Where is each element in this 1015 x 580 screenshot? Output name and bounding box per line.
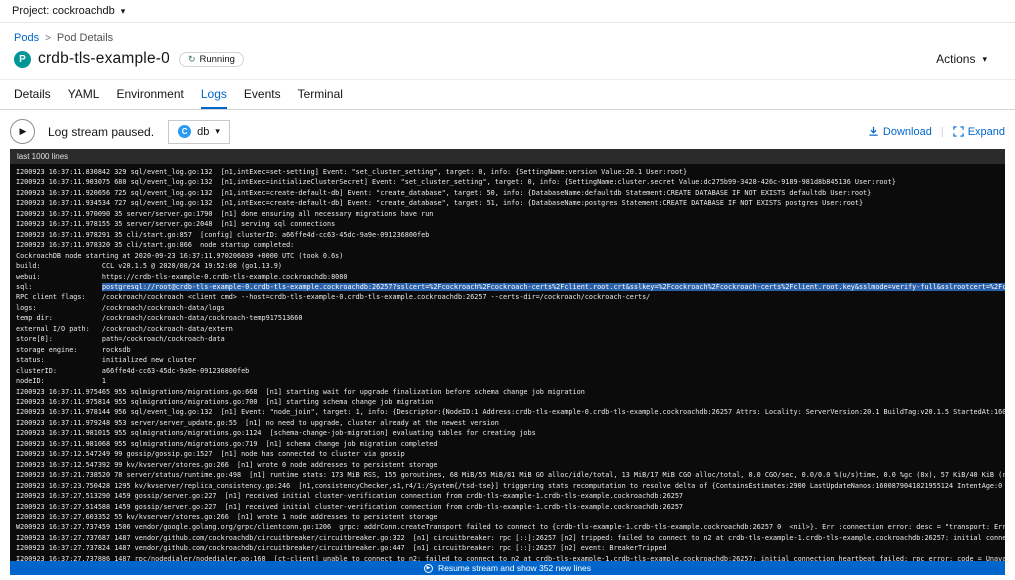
log-line: webui: https://crdb-tls-example-0.crdb-t… [16,272,1005,282]
page-header: P crdb-tls-example-0 ↻ Running Actions ▾ [14,50,1001,68]
log-viewer: last 1000 lines I200923 16:37:11.830842 … [10,149,1005,575]
log-line: I200923 16:37:11.975465 955 sqlmigration… [16,387,1005,397]
stream-status-text: Log stream paused. [48,125,154,139]
download-button[interactable]: Download [868,126,932,138]
toolbar-separator: | [941,126,944,138]
container-select[interactable]: C db ▾ [168,120,230,144]
log-line: I200923 16:37:11.981015 955 sqlmigration… [16,428,1005,438]
expand-label: Expand [968,126,1005,138]
tab-yaml[interactable]: YAML [68,80,100,109]
actions-dropdown[interactable]: Actions ▾ [936,52,1001,66]
log-line-count: last 1000 lines [17,152,68,161]
log-line: status: initialized new cluster [16,355,1005,365]
tab-logs[interactable]: Logs [201,80,227,109]
play-button[interactable]: ▶ [10,119,35,144]
log-line: I200923 16:37:27.513290 1459 gossip/serv… [16,491,1005,501]
project-selector[interactable]: Project: cockroachdb ▾ [12,5,125,17]
expand-button[interactable]: Expand [953,126,1005,138]
log-line: logs: /cockroach/cockroach-data/logs [16,303,1005,313]
page-title: crdb-tls-example-0 [38,50,170,68]
sync-icon: ↻ [188,55,196,64]
caret-down-icon: ▾ [121,7,126,16]
log-line: clusterID: a66ffe4d-cc63-45dc-9a9e-09123… [16,366,1005,376]
download-icon [868,126,879,137]
log-line: I200923 16:37:11.979248 953 server/serve… [16,418,1005,428]
status-label: Running [200,54,235,65]
log-line: I200923 16:37:11.970090 35 server/server… [16,209,1005,219]
log-line: I200923 16:37:11.920656 725 sql/event_lo… [16,188,1005,198]
log-line: storage engine: rocksdb [16,345,1005,355]
breadcrumb-current: Pod Details [57,32,113,44]
log-line: CockroachDB node starting at 2020-09-23 … [16,251,1005,261]
tab-bar: Details YAML Environment Logs Events Terminal [0,80,1015,110]
log-line: nodeID: 1 [16,376,1005,386]
actions-label: Actions [936,52,975,66]
log-line: I200923 16:37:11.978144 956 sql/event_lo… [16,407,1005,417]
log-line: I200923 16:37:11.903075 680 sql/event_lo… [16,177,1005,187]
log-line: external I/O path: /cockroach/cockroach-… [16,324,1005,334]
log-line: I200923 16:37:27.603352 55 kv/kvserver/s… [16,512,1005,522]
caret-down-icon: ▾ [215,127,220,136]
log-line: I200923 16:37:11.981068 955 sqlmigration… [16,439,1005,449]
pod-badge-icon: P [14,51,31,68]
log-line: build: CCL v20.1.5 @ 2020/08/24 19:52:08… [16,261,1005,271]
breadcrumb-separator: > [45,33,51,44]
download-label: Download [883,126,932,138]
play-icon: ▶ [20,126,27,137]
log-line: RPC client flags: /cockroach/cockroach <… [16,292,1005,302]
log-line: I200923 16:37:12.547392 99 kv/kvserver/s… [16,460,1005,470]
log-line: I200923 16:37:11.975814 955 sqlmigration… [16,397,1005,407]
tab-events[interactable]: Events [244,80,281,109]
resume-label: Resume stream and show 352 new lines [438,563,591,573]
log-line: I200923 16:37:11.978320 35 cli/start.go:… [16,240,1005,250]
log-body[interactable]: I200923 16:37:11.830842 329 sql/event_lo… [10,164,1005,564]
log-line: store[0]: path=/cockroach/cockroach-data [16,334,1005,344]
status-badge: ↻ Running [179,52,244,67]
caret-down-icon: ▾ [982,55,987,64]
tab-details[interactable]: Details [14,80,51,109]
container-name: db [197,126,209,138]
container-badge-icon: C [178,125,191,138]
log-line: W200923 16:37:27.737459 1506 vendor/goog… [16,522,1005,532]
log-line: sql: postgresql://root@crdb-tls-example-… [16,282,1005,292]
expand-icon [953,126,964,137]
log-header: last 1000 lines [10,149,1005,164]
log-line: I200923 16:37:27.737824 1487 vendor/gith… [16,543,1005,553]
project-selector-label: Project: cockroachdb [12,5,115,17]
tab-environment[interactable]: Environment [116,80,183,109]
log-line: I200923 16:37:27.737687 1487 vendor/gith… [16,533,1005,543]
breadcrumb: Pods > Pod Details [14,32,1001,44]
resume-icon: ▶ [424,564,433,573]
tab-terminal[interactable]: Terminal [298,80,343,109]
log-line: I200923 16:37:21.738520 78 server/status… [16,470,1005,480]
selected-log-text: postgresql://root@crdb-tls-example-0.crd… [102,283,1005,291]
log-line: I200923 16:37:11.978155 35 server/server… [16,219,1005,229]
log-line: I200923 16:37:23.750428 1295 kv/kvserver… [16,481,1005,491]
log-line: I200923 16:37:27.514588 1459 gossip/serv… [16,502,1005,512]
log-toolbar: ▶ Log stream paused. C db ▾ Download | E… [10,119,1005,144]
project-bar: Project: cockroachdb ▾ [0,0,1015,23]
breadcrumb-link-pods[interactable]: Pods [14,32,39,44]
log-line: I200923 16:37:11.830842 329 sql/event_lo… [16,167,1005,177]
log-line: I200923 16:37:12.547249 99 gossip/gossip… [16,449,1005,459]
log-line: I200923 16:37:11.978291 35 cli/start.go:… [16,230,1005,240]
log-line: temp dir: /cockroach/cockroach-data/cock… [16,313,1005,323]
log-line: I200923 16:37:11.934534 727 sql/event_lo… [16,198,1005,208]
resume-stream-bar[interactable]: ▶ Resume stream and show 352 new lines [10,561,1005,575]
